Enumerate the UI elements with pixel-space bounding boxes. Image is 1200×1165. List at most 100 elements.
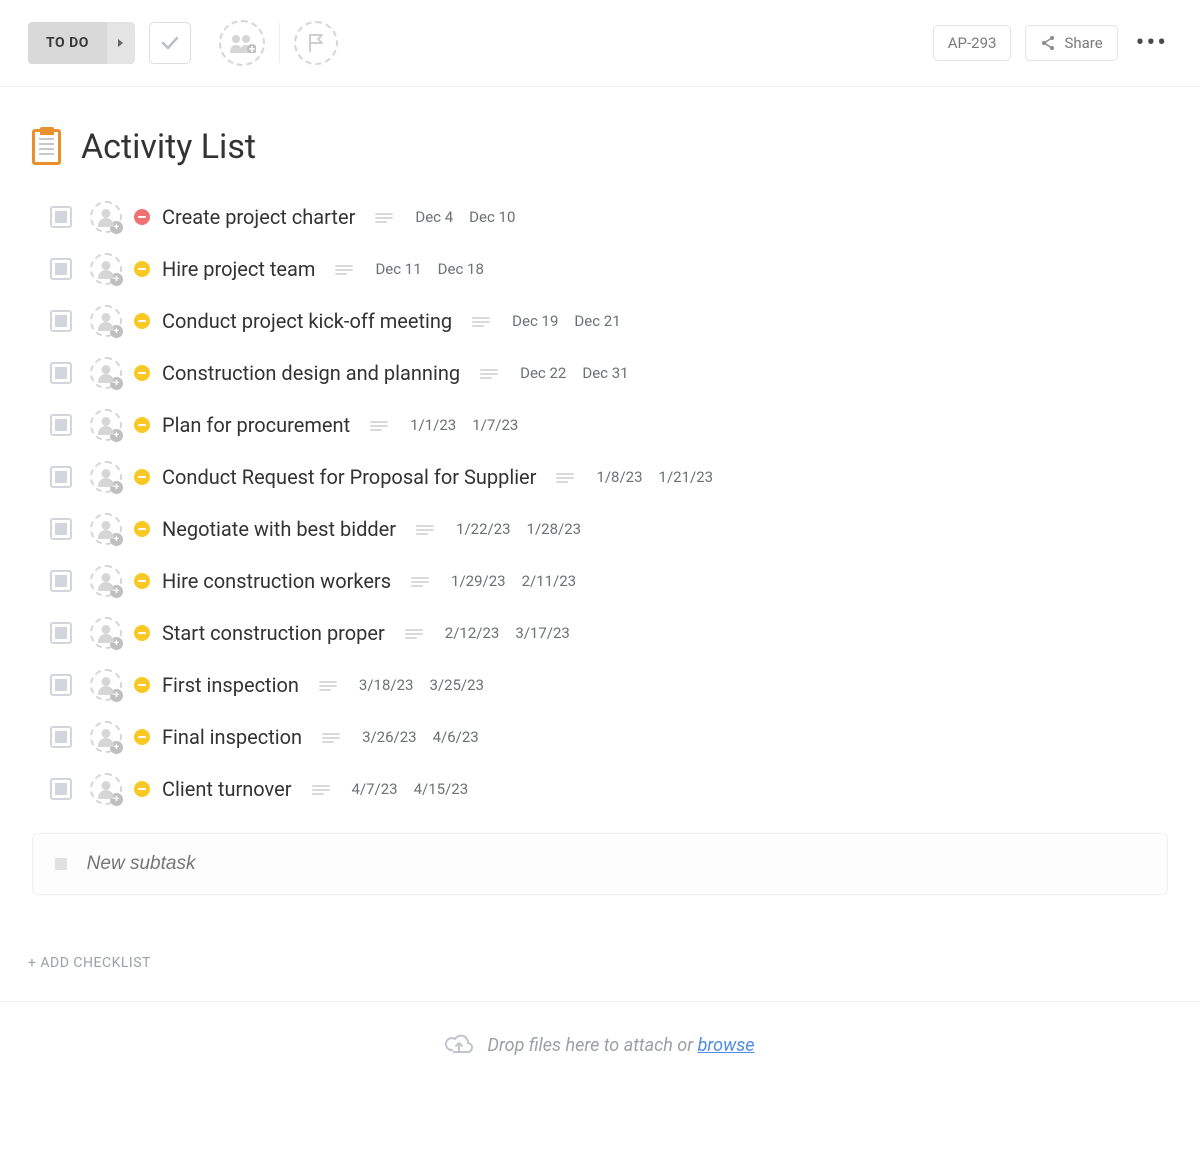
task-start-date[interactable]: 1/22/23 [456, 520, 511, 538]
task-row[interactable]: + Negotiate with best bidder 1/22/23 1/2… [50, 503, 1168, 555]
task-checkbox[interactable] [50, 466, 72, 488]
assignee-button[interactable]: + [90, 513, 122, 545]
task-title[interactable]: Plan for procurement [162, 413, 350, 437]
task-row[interactable]: + Start construction proper 2/12/23 3/17… [50, 607, 1168, 659]
description-icon[interactable] [480, 367, 498, 379]
task-checkbox[interactable] [50, 206, 72, 228]
priority-icon[interactable] [134, 573, 150, 589]
description-icon[interactable] [472, 315, 490, 327]
task-checkbox[interactable] [50, 570, 72, 592]
description-icon[interactable] [416, 523, 434, 535]
task-title[interactable]: Start construction proper [162, 621, 385, 645]
task-end-date[interactable]: Dec 10 [469, 208, 515, 226]
task-checkbox[interactable] [50, 726, 72, 748]
task-checkbox[interactable] [50, 778, 72, 800]
priority-icon[interactable] [134, 417, 150, 433]
more-menu-button[interactable]: ••• [1132, 28, 1172, 58]
task-end-date[interactable]: 1/28/23 [527, 520, 582, 538]
task-row[interactable]: + Construction design and planning Dec 2… [50, 347, 1168, 399]
priority-icon[interactable] [134, 625, 150, 641]
task-checkbox[interactable] [50, 258, 72, 280]
description-icon[interactable] [335, 263, 353, 275]
task-row[interactable]: + Conduct project kick-off meeting Dec 1… [50, 295, 1168, 347]
priority-icon[interactable] [134, 677, 150, 693]
task-end-date[interactable]: 1/7/23 [472, 416, 518, 434]
task-id-chip[interactable]: AP-293 [933, 25, 1012, 61]
task-row[interactable]: + First inspection 3/18/23 3/25/23 [50, 659, 1168, 711]
assignee-button[interactable]: + [90, 565, 122, 597]
task-start-date[interactable]: Dec 11 [375, 260, 421, 278]
description-icon[interactable] [556, 471, 574, 483]
priority-icon[interactable] [134, 469, 150, 485]
assignee-button[interactable]: + [90, 253, 122, 285]
browse-link[interactable]: browse [698, 1035, 755, 1056]
assignee-button[interactable]: + [90, 357, 122, 389]
task-title[interactable]: Hire project team [162, 257, 315, 281]
task-checkbox[interactable] [50, 518, 72, 540]
new-subtask-row[interactable] [32, 833, 1168, 895]
task-start-date[interactable]: 1/8/23 [596, 468, 642, 486]
complete-button[interactable] [149, 22, 191, 64]
description-icon[interactable] [405, 627, 423, 639]
description-icon[interactable] [312, 783, 330, 795]
task-title[interactable]: Hire construction workers [162, 569, 391, 593]
task-checkbox[interactable] [50, 414, 72, 436]
task-title[interactable]: Create project charter [162, 205, 355, 229]
task-row[interactable]: + Plan for procurement 1/1/23 1/7/23 [50, 399, 1168, 451]
file-dropzone[interactable]: Drop files here to attach or browse [0, 1001, 1200, 1088]
task-checkbox[interactable] [50, 362, 72, 384]
task-end-date[interactable]: 4/15/23 [414, 780, 469, 798]
task-row[interactable]: + Hire project team Dec 11 Dec 18 [50, 243, 1168, 295]
task-start-date[interactable]: Dec 22 [520, 364, 566, 382]
assignee-button[interactable]: + [90, 721, 122, 753]
task-row[interactable]: + Conduct Request for Proposal for Suppl… [50, 451, 1168, 503]
assignee-button[interactable]: + [90, 305, 122, 337]
task-row[interactable]: + Create project charter Dec 4 Dec 10 [50, 191, 1168, 243]
task-start-date[interactable]: 3/26/23 [362, 728, 417, 746]
task-end-date[interactable]: 4/6/23 [433, 728, 479, 746]
task-title[interactable]: Conduct project kick-off meeting [162, 309, 452, 333]
priority-icon[interactable] [134, 365, 150, 381]
task-start-date[interactable]: 3/18/23 [359, 676, 414, 694]
priority-icon[interactable] [134, 521, 150, 537]
assignee-button[interactable]: + [90, 617, 122, 649]
priority-icon[interactable] [134, 781, 150, 797]
task-end-date[interactable]: 1/21/23 [659, 468, 714, 486]
task-title[interactable]: Conduct Request for Proposal for Supplie… [162, 465, 536, 489]
share-button[interactable]: Share [1025, 25, 1117, 61]
priority-icon[interactable] [134, 729, 150, 745]
task-end-date[interactable]: 3/25/23 [429, 676, 484, 694]
priority-icon[interactable] [134, 313, 150, 329]
task-end-date[interactable]: Dec 18 [438, 260, 484, 278]
new-subtask-input[interactable] [85, 852, 1145, 876]
task-start-date[interactable]: Dec 19 [512, 312, 558, 330]
assignee-button[interactable]: + [90, 201, 122, 233]
task-end-date[interactable]: 2/11/23 [522, 572, 577, 590]
task-title[interactable]: Construction design and planning [162, 361, 460, 385]
priority-icon[interactable] [134, 209, 150, 225]
task-title[interactable]: Client turnover [162, 777, 292, 801]
priority-icon[interactable] [134, 261, 150, 277]
assignee-button[interactable]: + [90, 461, 122, 493]
description-icon[interactable] [319, 679, 337, 691]
task-start-date[interactable]: 4/7/23 [352, 780, 398, 798]
task-row[interactable]: + Final inspection 3/26/23 4/6/23 [50, 711, 1168, 763]
task-start-date[interactable]: Dec 4 [415, 208, 453, 226]
task-checkbox[interactable] [50, 310, 72, 332]
task-start-date[interactable]: 1/1/23 [410, 416, 456, 434]
task-start-date[interactable]: 2/12/23 [445, 624, 500, 642]
task-checkbox[interactable] [50, 622, 72, 644]
task-end-date[interactable]: Dec 21 [574, 312, 620, 330]
add-checklist-button[interactable]: + ADD CHECKLIST [0, 895, 1200, 1001]
status-dropdown[interactable]: TO DO [28, 22, 135, 64]
task-title[interactable]: First inspection [162, 673, 299, 697]
assignee-button[interactable]: + [90, 773, 122, 805]
description-icon[interactable] [322, 731, 340, 743]
assignees-button[interactable] [219, 20, 265, 66]
task-checkbox[interactable] [50, 674, 72, 696]
description-icon[interactable] [370, 419, 388, 431]
task-title[interactable]: Negotiate with best bidder [162, 517, 396, 541]
description-icon[interactable] [375, 211, 393, 223]
task-row[interactable]: + Hire construction workers 1/29/23 2/11… [50, 555, 1168, 607]
assignee-button[interactable]: + [90, 669, 122, 701]
